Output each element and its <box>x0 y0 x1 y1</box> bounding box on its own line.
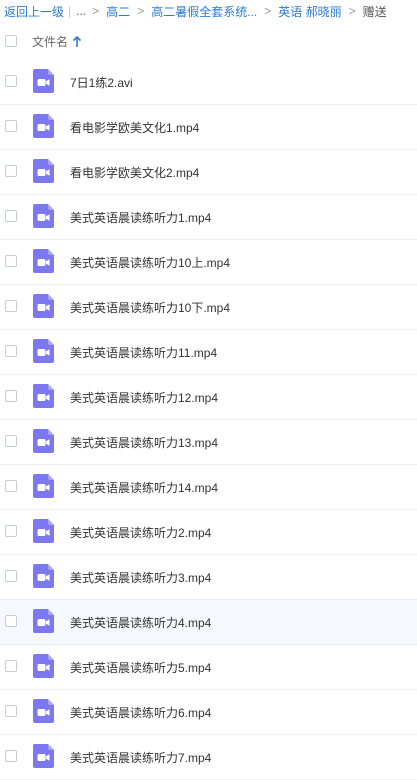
file-row[interactable]: 7日1练2.avi <box>0 60 417 105</box>
row-checkbox[interactable] <box>5 750 17 762</box>
file-name[interactable]: 7日1练2.avi <box>70 74 133 91</box>
breadcrumb-item-grade[interactable]: 高二 <box>106 3 130 20</box>
file-name[interactable]: 美式英语晨读练听力10上.mp4 <box>70 254 230 271</box>
video-file-icon <box>33 519 54 543</box>
name-column-header[interactable]: 文件名 <box>32 33 82 50</box>
breadcrumb: 返回上一级 | ... > 高二 > 高二暑假全套系统... > 英语 郝晓丽 … <box>0 0 417 22</box>
video-file-icon <box>33 204 54 228</box>
row-checkbox[interactable] <box>5 480 17 492</box>
file-name[interactable]: 看电影学欧美文化1.mp4 <box>70 119 199 136</box>
file-name[interactable]: 美式英语晨读练听力12.mp4 <box>70 389 218 406</box>
breadcrumb-item-summer-course[interactable]: 高二暑假全套系统... <box>151 3 257 20</box>
breadcrumb-arrow-icon: > <box>92 4 100 18</box>
file-row[interactable]: 美式英语晨读练听力10上.mp4 <box>0 240 417 285</box>
video-file-icon <box>33 654 54 678</box>
row-checkbox[interactable] <box>5 75 17 87</box>
video-file-icon <box>33 609 54 633</box>
breadcrumb-current: 赠送 <box>362 4 387 19</box>
file-row[interactable]: 美式英语晨读练听力3.mp4 <box>0 555 417 600</box>
file-row[interactable]: 美式英语晨读练听力11.mp4 <box>0 330 417 375</box>
file-name[interactable]: 美式英语晨读练听力5.mp4 <box>70 659 211 676</box>
file-name[interactable]: 美式英语晨读练听力6.mp4 <box>70 704 211 721</box>
row-checkbox[interactable] <box>5 705 17 717</box>
video-file-icon <box>33 744 54 768</box>
video-file-icon <box>33 69 54 93</box>
file-row[interactable]: 美式英语晨读练听力2.mp4 <box>0 510 417 555</box>
row-checkbox[interactable] <box>5 525 17 537</box>
file-list: 7日1练2.avi 看电影学欧美文化1.mp4 看电影学欧美文化2.mp4 美式英语晨… <box>0 60 417 780</box>
file-name[interactable]: 美式英语晨读练听力2.mp4 <box>70 524 211 541</box>
video-file-icon <box>33 699 54 723</box>
breadcrumb-arrow-icon: > <box>137 4 145 18</box>
file-name[interactable]: 美式英语晨读练听力13.mp4 <box>70 434 218 451</box>
breadcrumb-arrow-icon: > <box>348 4 356 18</box>
video-file-icon <box>33 114 54 138</box>
row-checkbox[interactable] <box>5 300 17 312</box>
file-row[interactable]: 看电影学欧美文化2.mp4 <box>0 150 417 195</box>
row-checkbox[interactable] <box>5 435 17 447</box>
file-name[interactable]: 美式英语晨读练听力10下.mp4 <box>70 299 230 316</box>
row-checkbox[interactable] <box>5 390 17 402</box>
video-file-icon <box>33 429 54 453</box>
row-checkbox[interactable] <box>5 120 17 132</box>
file-row[interactable]: 美式英语晨读练听力10下.mp4 <box>0 285 417 330</box>
file-row[interactable]: 美式英语晨读练听力14.mp4 <box>0 465 417 510</box>
row-checkbox[interactable] <box>5 660 17 672</box>
file-name[interactable]: 看电影学欧美文化2.mp4 <box>70 164 199 181</box>
row-checkbox[interactable] <box>5 165 17 177</box>
video-file-icon <box>33 384 54 408</box>
video-file-icon <box>33 159 54 183</box>
file-row[interactable]: 美式英语晨读练听力12.mp4 <box>0 375 417 420</box>
row-checkbox[interactable] <box>5 615 17 627</box>
file-name[interactable]: 美式英语晨读练听力3.mp4 <box>70 569 211 586</box>
breadcrumb-divider: | <box>68 4 72 18</box>
row-checkbox[interactable] <box>5 570 17 582</box>
arrow-up-icon[interactable] <box>72 35 82 48</box>
file-list-header: 文件名 <box>0 22 417 61</box>
file-row[interactable]: 美式英语晨读练听力13.mp4 <box>0 420 417 465</box>
select-all-checkbox[interactable] <box>5 35 17 47</box>
file-row[interactable]: 美式英语晨读练听力1.mp4 <box>0 195 417 240</box>
file-row[interactable]: 看电影学欧美文化1.mp4 <box>0 105 417 150</box>
breadcrumb-arrow-icon: > <box>264 4 272 18</box>
row-checkbox[interactable] <box>5 345 17 357</box>
video-file-icon <box>33 339 54 363</box>
back-link[interactable]: 返回上一级 <box>4 3 64 20</box>
video-file-icon <box>33 294 54 318</box>
video-file-icon <box>33 249 54 273</box>
video-file-icon <box>33 474 54 498</box>
breadcrumb-item-english[interactable]: 英语 郝晓丽 <box>278 3 341 20</box>
file-row[interactable]: 美式英语晨读练听力4.mp4 <box>0 599 417 645</box>
file-name[interactable]: 美式英语晨读练听力7.mp4 <box>70 749 211 766</box>
video-file-icon <box>33 564 54 588</box>
file-row[interactable]: 美式英语晨读练听力7.mp4 <box>0 735 417 780</box>
file-name[interactable]: 美式英语晨读练听力4.mp4 <box>70 614 211 631</box>
file-name[interactable]: 美式英语晨读练听力1.mp4 <box>70 209 211 226</box>
file-row[interactable]: 美式英语晨读练听力5.mp4 <box>0 645 417 690</box>
row-checkbox[interactable] <box>5 210 17 222</box>
row-checkbox[interactable] <box>5 255 17 267</box>
file-name[interactable]: 美式英语晨读练听力14.mp4 <box>70 479 218 496</box>
breadcrumb-ellipsis[interactable]: ... <box>76 4 86 18</box>
name-column-label: 文件名 <box>32 35 69 49</box>
file-name[interactable]: 美式英语晨读练听力11.mp4 <box>70 344 217 361</box>
file-row[interactable]: 美式英语晨读练听力6.mp4 <box>0 690 417 735</box>
